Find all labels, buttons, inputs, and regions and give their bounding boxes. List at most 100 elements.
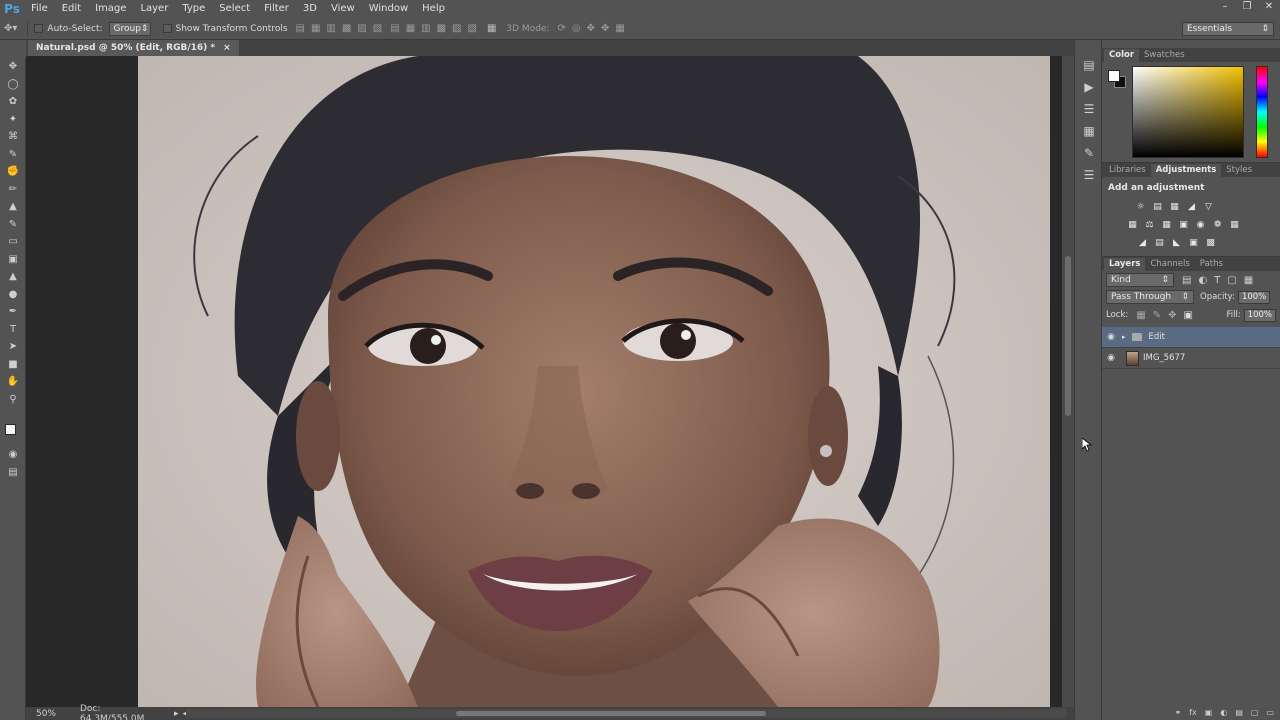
visibility-eye-icon[interactable]: ◉: [1102, 332, 1120, 342]
foreground-color[interactable]: [5, 424, 16, 435]
auto-align-icon[interactable]: ▦: [487, 23, 496, 34]
posterize-icon[interactable]: ▤: [1153, 236, 1166, 249]
color-swatches[interactable]: [5, 424, 23, 442]
type-tool-icon[interactable]: T: [0, 321, 26, 339]
screen-mode-icon[interactable]: ▤: [0, 464, 26, 482]
new-group-icon[interactable]: ▤: [1235, 708, 1243, 720]
document-tab[interactable]: Natural.psd @ 50% (Edit, RGB/16) * ×: [28, 40, 239, 56]
menu-window[interactable]: Window: [362, 0, 415, 18]
pen-tool-icon[interactable]: ✒: [0, 303, 26, 321]
align-right-icon[interactable]: ▧: [373, 23, 382, 34]
dodge-tool-icon[interactable]: ●: [0, 286, 26, 304]
brush-tool-icon[interactable]: ✏: [0, 181, 26, 199]
distribute-hcenter-icon[interactable]: ▨: [452, 23, 461, 34]
brush-panel-icon[interactable]: ✎: [1075, 142, 1103, 164]
link-layers-icon[interactable]: ⚭: [1175, 708, 1182, 720]
menu-3d[interactable]: 3D: [296, 0, 324, 18]
tab-paths[interactable]: Paths: [1195, 258, 1228, 271]
eyedropper-tool-icon[interactable]: ✎: [0, 146, 26, 164]
menu-edit[interactable]: Edit: [55, 0, 88, 18]
vertical-scrollbar[interactable]: [1062, 56, 1074, 707]
menu-view[interactable]: View: [324, 0, 362, 18]
3d-roll-icon[interactable]: ◎: [572, 23, 581, 34]
align-vcenter-icon[interactable]: ▦: [311, 23, 320, 34]
history-brush-tool-icon[interactable]: ✎: [0, 216, 26, 234]
eraser-tool-icon[interactable]: ▭: [0, 233, 26, 251]
color-balance-icon[interactable]: ▦: [1160, 218, 1173, 231]
menu-image[interactable]: Image: [88, 0, 133, 18]
black-white-icon[interactable]: ▣: [1177, 218, 1190, 231]
invert-icon[interactable]: ◢: [1136, 236, 1149, 249]
distribute-left-icon[interactable]: ▩: [437, 23, 446, 34]
menu-type[interactable]: Type: [175, 0, 212, 18]
tab-adjustments[interactable]: Adjustments: [1150, 164, 1222, 177]
restore-icon[interactable]: ❐: [1242, 2, 1252, 12]
align-bottom-icon[interactable]: ▥: [326, 23, 335, 34]
opacity-input[interactable]: 100%: [1237, 290, 1271, 304]
close-icon[interactable]: ✕: [1264, 2, 1274, 12]
hue-slider[interactable]: [1256, 66, 1268, 158]
channel-mixer-icon[interactable]: ❁: [1211, 218, 1224, 231]
expand-triangle-icon[interactable]: ▸: [1122, 333, 1126, 341]
blur-tool-icon[interactable]: ▲: [0, 268, 26, 286]
hand-tool-icon[interactable]: ✋: [0, 373, 26, 391]
exposure-icon[interactable]: ◢: [1185, 200, 1198, 213]
lock-pixels-icon[interactable]: ✎: [1153, 310, 1161, 321]
minimize-icon[interactable]: –: [1220, 2, 1230, 12]
quick-select-tool-icon[interactable]: ✦: [0, 111, 26, 129]
canvas-area[interactable]: [26, 56, 1062, 707]
menu-filter[interactable]: Filter: [257, 0, 296, 18]
zoom-tool-icon[interactable]: ⚲: [0, 391, 26, 409]
color-lookup-icon[interactable]: ▦: [1228, 218, 1241, 231]
color-picker-field[interactable]: [1132, 66, 1244, 158]
auto-select-dropdown[interactable]: Group ⇕: [108, 21, 151, 36]
tab-swatches[interactable]: Swatches: [1139, 49, 1190, 62]
layer-row-img[interactable]: ◉ IMG_5677: [1102, 348, 1280, 369]
quick-mask-icon[interactable]: ◉: [0, 446, 26, 464]
tab-libraries[interactable]: Libraries: [1104, 164, 1151, 177]
fill-input[interactable]: 100%: [1243, 308, 1276, 322]
actions-play-icon[interactable]: ▶: [1075, 76, 1103, 98]
distribute-vcenter-icon[interactable]: ▦: [406, 23, 415, 34]
threshold-icon[interactable]: ◣: [1170, 236, 1183, 249]
distribute-bottom-icon[interactable]: ▥: [421, 23, 430, 34]
menu-help[interactable]: Help: [415, 0, 452, 18]
filter-adjustment-icon[interactable]: ◐: [1198, 275, 1207, 286]
gradient-map-icon[interactable]: ▩: [1204, 236, 1217, 249]
tab-styles[interactable]: Styles: [1221, 164, 1257, 177]
visibility-eye-icon[interactable]: ◉: [1102, 353, 1120, 363]
selective-color-icon[interactable]: ▣: [1187, 236, 1200, 249]
brightness-icon[interactable]: ☼: [1134, 200, 1147, 213]
portrait-photo[interactable]: [138, 56, 1050, 707]
workspace-dropdown[interactable]: Essentials ⇕: [1182, 22, 1274, 36]
filter-type-icon[interactable]: T: [1214, 275, 1220, 286]
marquee-tool-icon[interactable]: ◯: [0, 76, 26, 94]
menu-file[interactable]: File: [24, 0, 55, 18]
layer-filter-dropdown[interactable]: Kind ⇕: [1106, 273, 1174, 287]
properties-panel-icon[interactable]: ☰: [1075, 98, 1103, 120]
lock-all-icon[interactable]: ▣: [1183, 310, 1192, 321]
delete-layer-icon[interactable]: ▭: [1266, 708, 1274, 720]
photo-filter-icon[interactable]: ◉: [1194, 218, 1207, 231]
layer-row-edit[interactable]: ◉ ▸ Edit: [1102, 327, 1280, 348]
3d-slide-icon[interactable]: ✥: [601, 23, 609, 34]
show-transform-checkbox[interactable]: [162, 24, 172, 33]
vertical-scrollbar-thumb[interactable]: [1065, 256, 1071, 416]
clone-stamp-tool-icon[interactable]: ▲: [0, 198, 26, 216]
distribute-right-icon[interactable]: ▧: [468, 23, 477, 34]
healing-brush-tool-icon[interactable]: ✊: [0, 163, 26, 181]
crop-tool-icon[interactable]: ⌘: [0, 128, 26, 146]
new-layer-icon[interactable]: ▢: [1251, 708, 1259, 720]
menu-select[interactable]: Select: [212, 0, 257, 18]
filter-shape-icon[interactable]: ▢: [1227, 275, 1236, 286]
align-hcenter-icon[interactable]: ▨: [357, 23, 366, 34]
filter-smart-object-icon[interactable]: ▦: [1244, 275, 1253, 286]
align-left-icon[interactable]: ▩: [342, 23, 351, 34]
auto-select-checkbox[interactable]: [34, 24, 44, 33]
add-mask-icon[interactable]: ▣: [1205, 708, 1213, 720]
3d-pan-icon[interactable]: ✥: [587, 23, 595, 34]
align-top-icon[interactable]: ▤: [296, 23, 305, 34]
levels-icon[interactable]: ▤: [1151, 200, 1164, 213]
blend-mode-dropdown[interactable]: Pass Through ⇕: [1106, 290, 1194, 304]
close-tab-icon[interactable]: ×: [223, 43, 231, 53]
